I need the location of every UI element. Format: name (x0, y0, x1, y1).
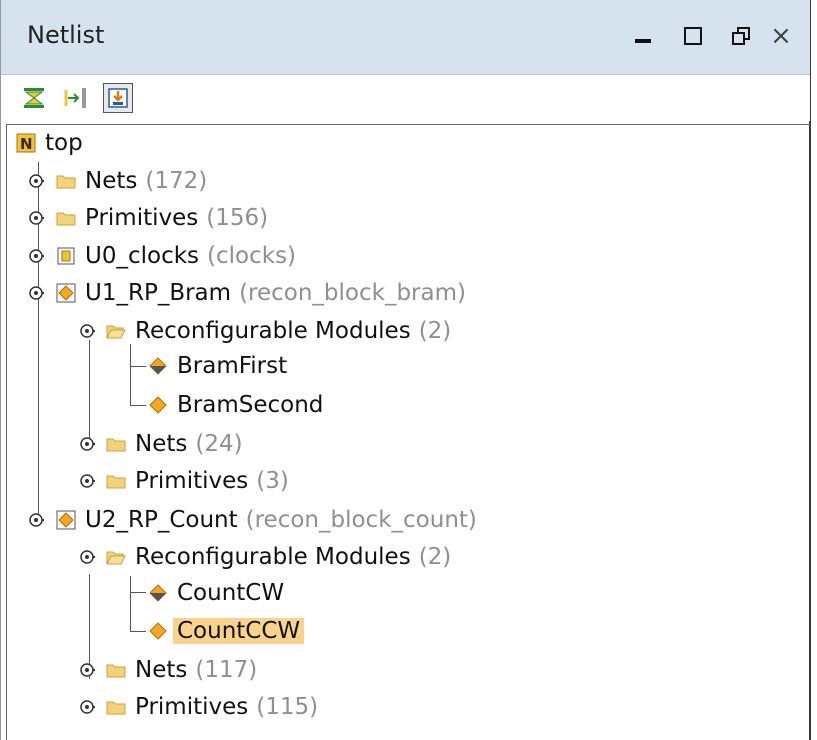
tree-item-nets[interactable]: Nets (117) (105, 651, 257, 689)
tree-guide-line (130, 366, 146, 367)
close-icon: × (770, 21, 792, 51)
svg-text:N: N (20, 135, 33, 153)
collapse-toggle[interactable] (28, 285, 44, 301)
maximize-icon (684, 27, 702, 45)
tree-item-nets[interactable]: Nets (172) (55, 162, 207, 200)
tree-item-u2-rp-count[interactable]: U2_RP_Count (recon_block_count) (55, 501, 477, 539)
expand-toggle[interactable] (28, 210, 44, 226)
open-folder-icon (105, 320, 127, 342)
tree-guide-line (89, 340, 90, 445)
expand-toggle[interactable] (79, 436, 95, 452)
tree-item-primitives[interactable]: Primitives (156) (55, 199, 268, 237)
tree-item-nets[interactable]: Nets (24) (105, 425, 243, 463)
rm-active-icon (147, 582, 169, 604)
restore-icon (732, 27, 750, 45)
expand-all-icon (64, 88, 86, 108)
folder-icon (105, 470, 127, 492)
tree-item-reconfigurable-modules[interactable]: Reconfigurable Modules (2) (105, 312, 451, 350)
tree-guide-line (130, 592, 146, 593)
tree-guide-line (130, 344, 131, 406)
netlist-panel: Netlist × N top Nets (172) Primitives (1… (0, 0, 811, 740)
folder-icon (105, 696, 127, 718)
folder-icon (105, 659, 127, 681)
folder-icon (55, 170, 77, 192)
selected-item-label: CountCCW (173, 618, 305, 644)
tree-guide-line (130, 631, 146, 632)
restore-button[interactable] (719, 14, 763, 58)
minimize-button[interactable] (621, 14, 665, 58)
minimize-icon (635, 39, 651, 43)
auto-fit-button[interactable] (103, 83, 133, 113)
rm-active-icon (147, 355, 169, 377)
collapse-all-icon (24, 88, 44, 108)
netlist-toolbar (1, 75, 810, 121)
tree-item-primitives[interactable]: Primitives (3) (105, 462, 289, 500)
tree-item-primitives[interactable]: Primitives (115) (105, 688, 318, 726)
tree-item-countccw[interactable]: CountCCW (147, 612, 305, 650)
collapse-toggle[interactable] (28, 512, 44, 528)
panel-title: Netlist (27, 21, 105, 49)
tree-guide-line (130, 576, 131, 632)
rm-icon (147, 394, 169, 416)
tree-item-reconfigurable-modules[interactable]: Reconfigurable Modules (2) (105, 538, 451, 576)
auto-fit-icon (108, 88, 128, 108)
tree-item-bramfirst[interactable]: BramFirst (147, 347, 287, 385)
collapse-toggle[interactable] (79, 549, 95, 565)
rm-icon (147, 620, 169, 642)
expand-all-button[interactable] (61, 83, 91, 113)
tree-item-countcw[interactable]: CountCW (147, 574, 284, 612)
open-folder-icon (105, 546, 127, 568)
reconfigurable-partition-icon (55, 282, 77, 304)
close-button[interactable]: × (761, 14, 801, 58)
expand-toggle[interactable] (79, 473, 95, 489)
expand-toggle[interactable] (79, 699, 95, 715)
expand-toggle[interactable] (28, 173, 44, 189)
folder-icon (55, 207, 77, 229)
tree-item-u0-clocks[interactable]: U0_clocks (clocks) (55, 237, 296, 275)
tree-root[interactable]: N top (15, 124, 83, 162)
collapse-all-button[interactable] (19, 83, 49, 113)
module-icon (55, 245, 77, 267)
expand-toggle[interactable] (28, 248, 44, 264)
tree-item-bramsecond[interactable]: BramSecond (147, 386, 323, 424)
reconfigurable-partition-icon (55, 509, 77, 531)
panel-titlebar: Netlist × (1, 0, 810, 75)
expand-toggle[interactable] (79, 662, 95, 678)
collapse-toggle[interactable] (79, 323, 95, 339)
maximize-button[interactable] (671, 14, 715, 58)
tree-guide-line (130, 405, 146, 406)
netlist-root-icon: N (15, 132, 37, 154)
folder-icon (105, 433, 127, 455)
tree-item-u1-rp-bram[interactable]: U1_RP_Bram (recon_block_bram) (55, 274, 466, 312)
